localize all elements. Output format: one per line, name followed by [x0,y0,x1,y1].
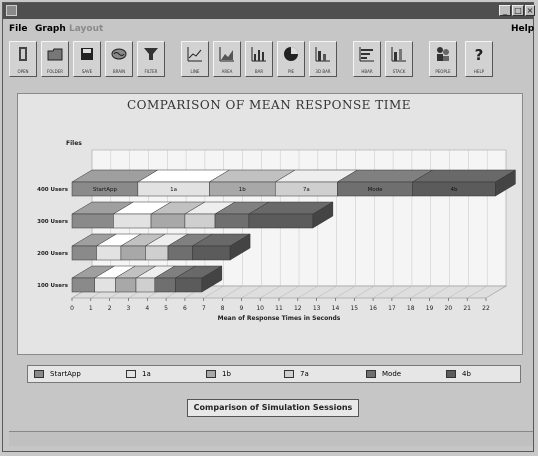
brain-icon [111,48,127,60]
legend-label: StartApp [50,370,81,378]
toolbar-button-bar-chart[interactable]: BAR [245,41,273,77]
chart-title: COMPARISON OF MEAN RESPONSE TIME [126,98,412,112]
toolbar-label: HELP [473,69,485,74]
toolbar-label: BRAIN [112,69,126,74]
toolbar-label: AREA [221,69,233,74]
legend-swatch [34,370,44,378]
toolbar-label: PIE [287,69,295,74]
toolbar-label: BAR [254,69,264,74]
menu-file[interactable]: File [9,24,27,34]
line-chart-icon [187,47,202,62]
toolbar-label: HBAR [361,69,373,74]
legend-label: 1a [142,370,151,378]
toolbar-label: 3D BAR [315,69,331,74]
title-bar: _ □ × [3,3,535,19]
svg-text:?: ? [475,46,484,62]
legend-swatch [126,370,136,378]
door-icon [19,47,27,61]
menu-graph[interactable]: Graph [35,24,66,34]
toolbar-button-pie-chart[interactable]: PIE [277,41,305,77]
toolbar-label: FOLDER [46,69,64,74]
system-menu-icon[interactable] [6,5,17,16]
toolbar-button-help[interactable]: ? HELP [465,41,493,77]
comparison-sessions-button[interactable]: Comparison of Simulation Sessions [187,399,359,417]
legend-label: Mode [382,370,402,378]
legend-label: 4b [462,370,471,378]
close-button[interactable]: × [525,5,535,16]
menu-layout[interactable]: Layout [69,24,103,34]
toolbar-button-filter[interactable]: FILTER [137,41,165,77]
help-icon: ? [475,46,484,62]
toolbar-label: OPEN [17,69,29,74]
stacked-bar-icon [391,47,406,62]
toolbar-label: PEOPLE [435,69,451,74]
people-icon [437,47,449,61]
toolbar-button-3d-bar[interactable]: 3D BAR [309,41,337,77]
legend-swatch [206,370,216,378]
menu-help[interactable]: Help [511,24,534,34]
toolbar-label: LINE [190,69,200,74]
save-icon [81,48,93,60]
menu-bar: File Graph Layout Help [3,21,534,37]
toolbar-button-stacked-bar[interactable]: STACK [385,41,413,77]
legend-item: 7a [284,370,309,378]
toolbar-button-folder[interactable]: FOLDER [41,41,69,77]
toolbar-label: SAVE [81,69,93,74]
folder-icon [47,48,63,61]
filter-icon [144,48,158,60]
toolbar: OPEN FOLDER SAVE BRAIN FILTER LINE AREA BAR PIE 3… [9,41,529,87]
legend-item: 4b [446,370,471,378]
toolbar-button-door[interactable]: OPEN [9,41,37,77]
3d-bar-icon [315,47,330,62]
toolbar-button-line-chart[interactable]: LINE [181,41,209,77]
legend-label: 7a [300,370,309,378]
maximize-button[interactable]: □ [512,5,524,16]
area-chart-icon [219,47,234,62]
chart-panel [17,93,523,355]
legend-item: Mode [366,370,401,378]
toolbar-button-hbar-chart[interactable]: HBAR [353,41,381,77]
minimize-button[interactable]: _ [499,5,511,16]
legend-label: 1b [222,370,231,378]
status-bar [9,431,533,446]
main-window: _ □ × File Graph Layout Help OPEN FOLDER S… [2,2,535,452]
toolbar-button-area-chart[interactable]: AREA [213,41,241,77]
toolbar-button-people[interactable]: PEOPLE [429,41,457,77]
toolbar-button-save[interactable]: SAVE [73,41,101,77]
toolbar-label: STACK [392,69,406,74]
hbar-chart-icon [359,47,374,62]
toolbar-button-brain[interactable]: BRAIN [105,41,133,77]
bar-chart-icon [251,47,266,62]
legend-swatch [366,370,376,378]
legend-item: StartApp [34,370,81,378]
legend-swatch [446,370,456,378]
legend-item: 1a [126,370,151,378]
legend-swatch [284,370,294,378]
toolbar-label: FILTER [144,69,158,74]
legend-item: 1b [206,370,231,378]
pie-chart-icon [284,47,298,61]
chart-legend: StartApp 1a 1b 7a Mode 4b [27,365,521,383]
